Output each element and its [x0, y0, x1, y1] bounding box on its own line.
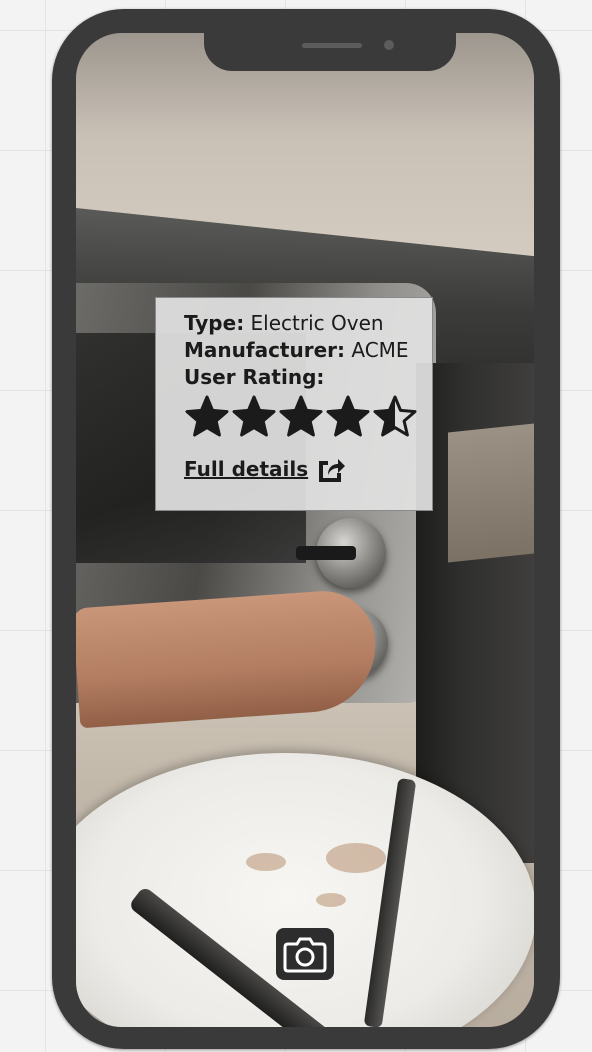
phone-frame: Type: Electric Oven Manufacturer: ACME U…	[52, 9, 560, 1049]
camera-icon	[283, 937, 327, 973]
manufacturer-row: Manufacturer: ACME	[184, 337, 432, 364]
camera-shutter-button[interactable]	[276, 928, 334, 980]
full-details-label: Full details	[184, 457, 309, 481]
star-full-icon	[232, 395, 276, 437]
phone-notch	[204, 33, 456, 71]
product-info-card: Type: Electric Oven Manufacturer: ACME U…	[155, 297, 433, 511]
speaker-grille	[302, 43, 362, 48]
full-details-link[interactable]: Full details	[184, 455, 432, 483]
manufacturer-label: Manufacturer:	[184, 338, 346, 362]
user-rating-stars	[184, 393, 432, 441]
type-row: Type: Electric Oven	[184, 310, 432, 337]
rating-row: User Rating:	[184, 364, 432, 391]
share-external-icon	[319, 459, 346, 482]
star-half-icon	[373, 395, 417, 437]
type-label: Type:	[184, 311, 245, 335]
manufacturer-value: ACME	[351, 338, 409, 362]
star-full-icon	[279, 395, 323, 437]
rating-label: User Rating:	[184, 365, 325, 389]
camera-screen: Type: Electric Oven Manufacturer: ACME U…	[76, 33, 534, 1027]
star-full-icon	[185, 395, 229, 437]
front-camera	[384, 40, 394, 50]
star-full-icon	[326, 395, 370, 437]
camera-viewfinder	[76, 33, 534, 1027]
type-value: Electric Oven	[250, 311, 384, 335]
